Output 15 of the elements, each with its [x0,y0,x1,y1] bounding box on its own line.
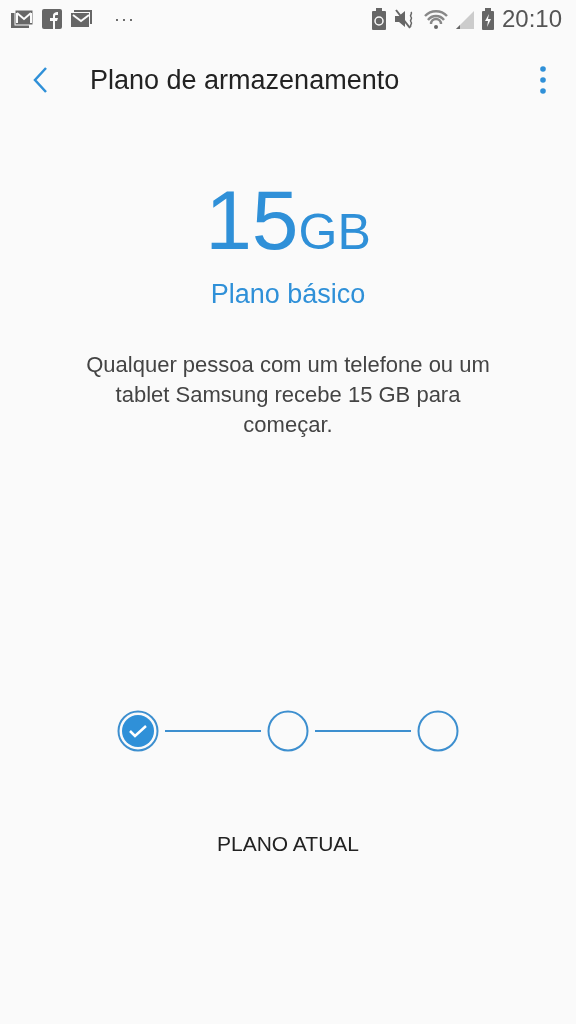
more-notifications: ··· [114,8,135,30]
step-label: PLANO ATUAL [216,832,360,856]
battery-charging-icon [481,8,494,30]
facebook-icon [42,9,62,29]
wifi-icon [423,9,448,29]
storage-amount: 15 [205,172,299,269]
signal-icon [455,9,474,29]
more-options-button[interactable] [538,65,548,95]
envelope-icon [70,9,92,29]
plan-description: Qualquer pessoa com um telefone ou um tablet Samsung recebe 15 GB para começar. [85,351,491,439]
storage-unit: GB [298,203,371,261]
mail-icon [10,9,34,29]
plan-name: Plano básico [209,279,367,310]
page-title: Plano de armazenamento [90,64,401,96]
clock: 20:10 [501,5,562,33]
